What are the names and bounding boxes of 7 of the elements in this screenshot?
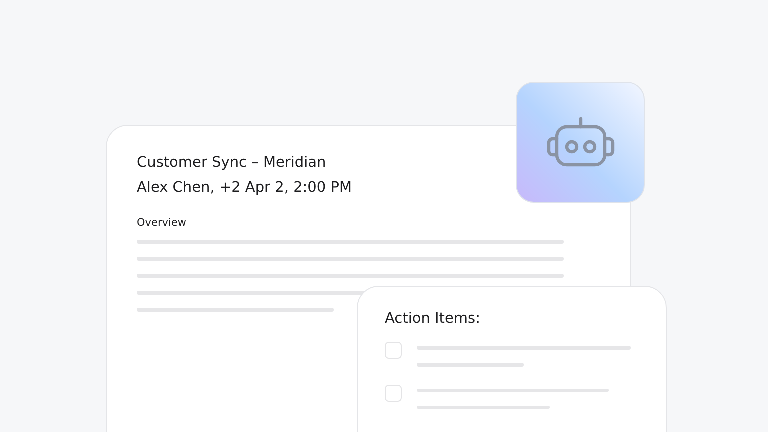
robot-icon xyxy=(544,116,616,168)
checkbox[interactable] xyxy=(385,384,402,402)
checkbox[interactable] xyxy=(385,342,402,359)
section-label: Overview xyxy=(137,217,188,229)
meeting-details: Alex Chen, +2 Apr 2, 2:00 PM xyxy=(137,179,353,198)
action-items-title: Action Items: xyxy=(385,310,482,329)
meeting-title: Customer Sync – Meridian xyxy=(137,154,328,173)
